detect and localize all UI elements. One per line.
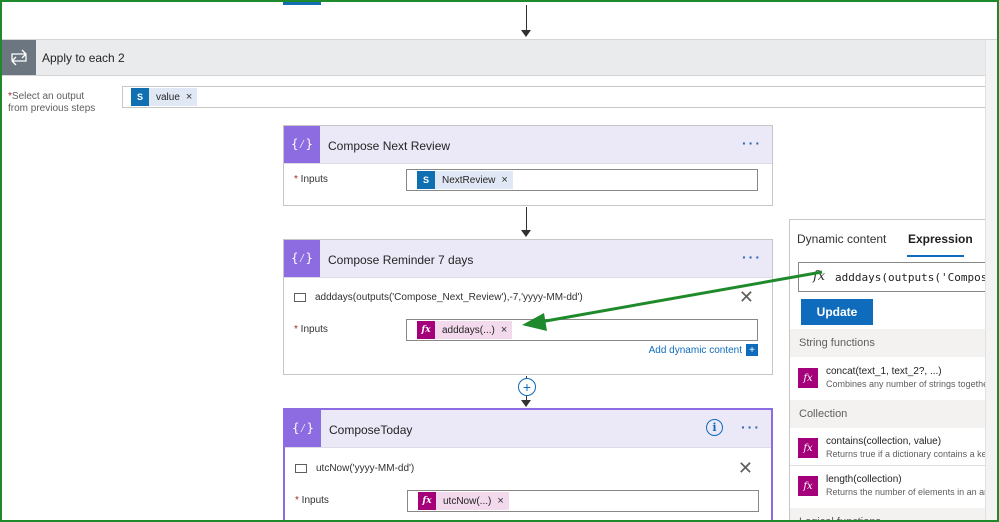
annotation-arrow [522,270,823,331]
